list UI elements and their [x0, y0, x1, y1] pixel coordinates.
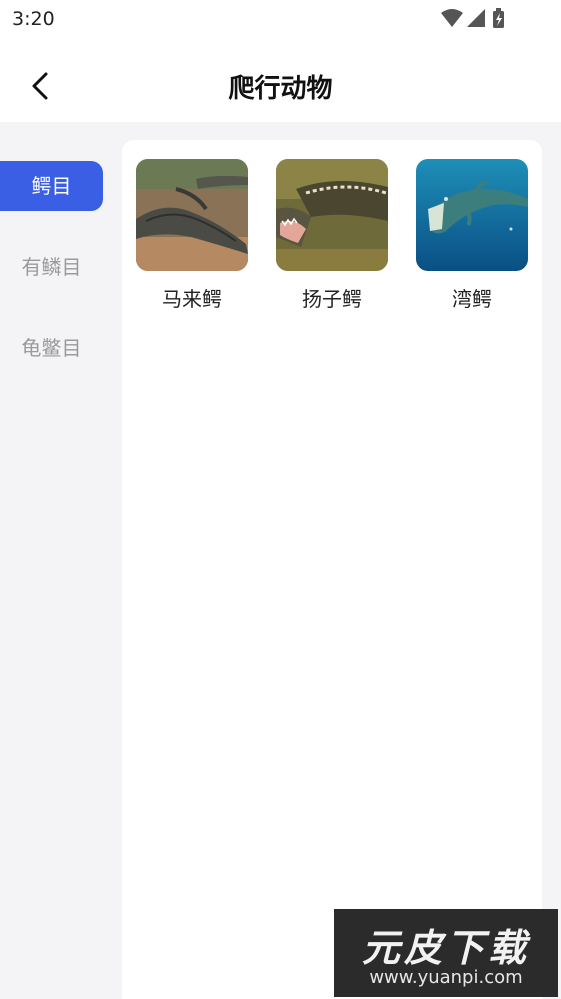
sidebar-item-testudines[interactable]: 龟鳖目 — [0, 323, 103, 373]
species-label: 马来鳄 — [162, 287, 222, 311]
status-time: 3:20 — [12, 8, 55, 30]
site-watermark: 元皮下载 www.yuanpi.com — [334, 909, 558, 997]
species-grid: 马来鳄 扬子鳄 湾鳄 — [122, 140, 542, 999]
status-icons — [441, 8, 504, 28]
status-bar: 3:20 — [0, 0, 561, 40]
wifi-icon — [441, 9, 463, 27]
species-label: 湾鳄 — [452, 287, 492, 311]
battery-charging-icon — [493, 8, 504, 28]
category-sidebar: 鳄目 有鳞目 龟鳖目 — [0, 122, 110, 999]
alligator-thumbnail — [276, 159, 388, 271]
watermark-url: www.yuanpi.com — [369, 967, 523, 988]
crocodile-thumbnail — [136, 159, 248, 271]
species-label: 扬子鳄 — [302, 287, 362, 311]
species-card-chinese-alligator[interactable]: 扬子鳄 — [276, 159, 388, 312]
species-card-saltwater-crocodile[interactable]: 湾鳄 — [416, 159, 528, 312]
page-title: 爬行动物 — [228, 74, 333, 104]
species-card-malayan-crocodile[interactable]: 马来鳄 — [136, 159, 248, 312]
sidebar-item-crocodilia[interactable]: 鳄目 — [0, 161, 103, 211]
signal-icon — [467, 9, 485, 27]
app-bar: 爬行动物 — [0, 40, 561, 122]
sidebar-item-squamata[interactable]: 有鳞目 — [0, 242, 103, 292]
crocodile-underwater-thumbnail — [416, 159, 528, 271]
watermark-logo: 元皮下载 — [361, 926, 530, 970]
